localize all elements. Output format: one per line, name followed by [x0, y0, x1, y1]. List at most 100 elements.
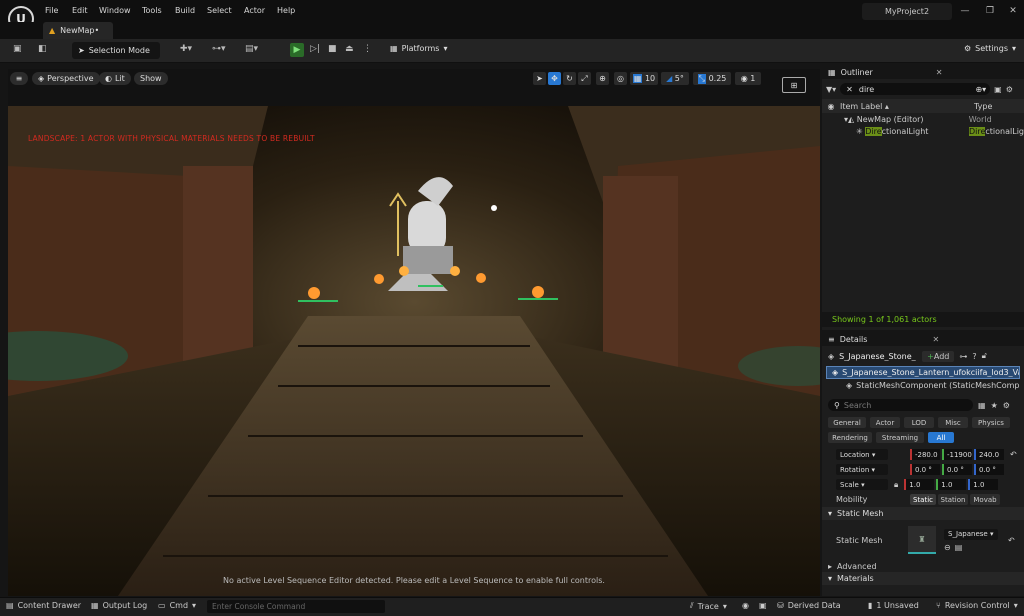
filter-actor[interactable]: Actor — [870, 417, 900, 428]
selection-mode-button[interactable]: ➤ Selection Mode — [72, 42, 160, 59]
reset-icon[interactable]: ↶ — [1008, 536, 1015, 545]
eject-icon[interactable]: ⏏ — [345, 44, 354, 54]
save-icon[interactable]: ▣ — [13, 44, 22, 54]
close-icon[interactable]: ✕ — [1006, 6, 1020, 16]
more-options-icon[interactable]: ⋮ — [363, 44, 372, 54]
menu-tools[interactable]: Tools — [142, 6, 162, 15]
scale-lock-icon[interactable]: 🔒︎ — [894, 480, 898, 490]
use-selected-icon[interactable]: ▤ — [955, 543, 963, 552]
mobility-movable[interactable]: Movab — [970, 494, 1000, 505]
tab-newmap[interactable]: ▲ NewMap• — [43, 22, 113, 39]
rotation-x[interactable]: 0.0 ° — [910, 464, 940, 475]
filter-all[interactable]: All — [928, 432, 954, 443]
browse-icon[interactable]: ⊖ — [944, 543, 951, 552]
add-actor-icon[interactable]: ✚▾ — [180, 44, 192, 54]
filter-general[interactable]: General — [828, 417, 866, 428]
mobility-stationary[interactable]: Station — [938, 494, 968, 505]
materials-section[interactable]: ▾ Materials — [822, 572, 1024, 585]
location-x[interactable]: -280.0 — [910, 449, 940, 460]
component-item[interactable]: ◈ StaticMeshComponent (StaticMeshComponer — [826, 379, 1020, 391]
details-search-input[interactable]: ⚲ Search — [828, 399, 973, 411]
scale-z[interactable]: 1.0 — [968, 479, 999, 490]
add-button[interactable]: +Add — [922, 350, 955, 362]
select-tool-icon[interactable]: ➤ — [533, 72, 546, 85]
filter-physics[interactable]: Physics — [972, 417, 1010, 428]
cmd-button[interactable]: ▭ Cmd ▾ — [158, 601, 196, 610]
favorite-icon[interactable]: ★ — [991, 401, 998, 410]
show-button[interactable]: Show — [134, 72, 168, 85]
scale-dropdown[interactable]: Scale ▾ — [836, 479, 888, 490]
help-icon[interactable]: ? — [972, 352, 976, 361]
unsaved-button[interactable]: ▮ 1 Unsaved — [868, 601, 919, 610]
platforms-button[interactable]: ▦ Platforms ▾ — [390, 44, 447, 53]
clear-search-icon[interactable]: ✕ — [846, 85, 853, 94]
settings-button[interactable]: ⚙ Settings ▾ — [964, 44, 1016, 53]
stop-icon[interactable]: ■ — [328, 44, 337, 54]
menu-window[interactable]: Window — [99, 6, 131, 15]
scale-x[interactable]: 1.0 — [904, 479, 935, 490]
rotate-tool-icon[interactable]: ↻ — [563, 72, 576, 85]
lock-icon[interactable]: 🔓︎ — [982, 351, 987, 361]
play-button[interactable]: ▶ — [290, 43, 304, 57]
minimize-icon[interactable]: — — [958, 6, 972, 16]
actor-name[interactable]: S_Japanese_Stone_ — [839, 352, 917, 361]
blueprint-icon[interactable]: ⊶▾ — [212, 44, 226, 54]
filter-streaming[interactable]: Streaming — [876, 432, 924, 443]
advanced-row[interactable]: ▸ Advanced — [822, 560, 1024, 572]
scale-snap-button[interactable]: ⤡ 0.25 — [693, 72, 731, 85]
world-icon[interactable]: ⊕ — [596, 72, 609, 85]
menu-select[interactable]: Select — [207, 6, 232, 15]
grid-snap-button[interactable]: ▦ 10 — [630, 72, 658, 85]
rotation-dropdown[interactable]: Rotation ▾ — [836, 464, 888, 475]
col-item-label[interactable]: Item Label ▴ — [840, 102, 974, 111]
derived-data-button[interactable]: ⛁ Derived Data — [777, 601, 841, 610]
viewport-menu-button[interactable]: ≡ — [10, 72, 28, 85]
console-input[interactable]: Enter Console Command — [207, 600, 385, 613]
location-y[interactable]: -11900 — [942, 449, 972, 460]
mobility-static[interactable]: Static — [910, 494, 936, 505]
level-viewport[interactable]: LANDSCAPE: 1 ACTOR WITH PHYSICAL MATERIA… — [8, 106, 820, 596]
record-icon[interactable]: ◉ — [742, 601, 749, 610]
lit-button[interactable]: ◐ Lit — [99, 72, 131, 85]
reset-icon[interactable]: ↶ — [1010, 450, 1017, 459]
maximize-icon[interactable]: ❐ — [983, 6, 997, 16]
scale-y[interactable]: 1.0 — [936, 479, 967, 490]
menu-edit[interactable]: Edit — [72, 6, 88, 15]
settings-icon[interactable]: ⚙ — [1006, 85, 1013, 94]
filter-icon[interactable]: ▼▾ — [826, 85, 836, 94]
trace-button[interactable]: ⫽ Trace ▾ — [690, 601, 727, 611]
screenshot-icon[interactable]: ▣ — [759, 601, 767, 610]
location-z[interactable]: 240.0 — [974, 449, 1004, 460]
menu-file[interactable]: File — [45, 6, 58, 15]
static-mesh-section[interactable]: ▾ Static Mesh — [822, 507, 1024, 520]
mesh-thumbnail[interactable]: ♜ — [908, 526, 936, 554]
scale-tool-icon[interactable]: ⤢ — [578, 72, 591, 85]
col-type[interactable]: Type — [974, 102, 992, 111]
output-log-button[interactable]: ▦ Output Log — [91, 601, 147, 610]
outliner-search-input[interactable]: ✕ dire ⊕▾ — [840, 83, 991, 95]
blueprint-icon[interactable]: ⊶ — [959, 352, 967, 361]
settings-icon[interactable]: ⚙ — [1003, 401, 1010, 410]
table-view-icon[interactable]: ▦ — [978, 401, 986, 410]
menu-build[interactable]: Build — [175, 6, 195, 15]
rotation-z[interactable]: 0.0 ° — [974, 464, 1004, 475]
cinematics-icon[interactable]: ▤▾ — [245, 44, 258, 54]
rotation-y[interactable]: 0.0 ° — [942, 464, 972, 475]
angle-snap-button[interactable]: ◢ 5° — [661, 72, 689, 85]
mesh-dropdown[interactable]: S_Japanese ▾ — [944, 528, 998, 540]
translate-tool-icon[interactable]: ✥ — [548, 72, 561, 85]
revision-control-button[interactable]: ⑂ Revision Control ▾ — [936, 601, 1018, 610]
content-icon[interactable]: ◧ — [38, 44, 47, 54]
outliner-row-world[interactable]: ▾◭ NewMap (Editor) World — [822, 113, 1024, 125]
menu-actor[interactable]: Actor — [244, 6, 265, 15]
layout-icon[interactable]: ⊞ — [782, 77, 806, 93]
close-icon[interactable]: ✕ — [936, 68, 943, 77]
filter-lod[interactable]: LOD — [904, 417, 934, 428]
surface-snap-icon[interactable]: ◎ — [614, 72, 627, 85]
perspective-button[interactable]: ◈ Perspective — [32, 72, 100, 85]
close-icon[interactable]: ✕ — [932, 335, 939, 344]
selected-actor-item[interactable]: ◈ S_Japanese_Stone_Lantern_ufokciifa_lod3… — [826, 366, 1020, 379]
filter-rendering[interactable]: Rendering — [828, 432, 872, 443]
filter-misc[interactable]: Misc — [938, 417, 968, 428]
eye-icon[interactable]: ◉ — [822, 102, 840, 111]
